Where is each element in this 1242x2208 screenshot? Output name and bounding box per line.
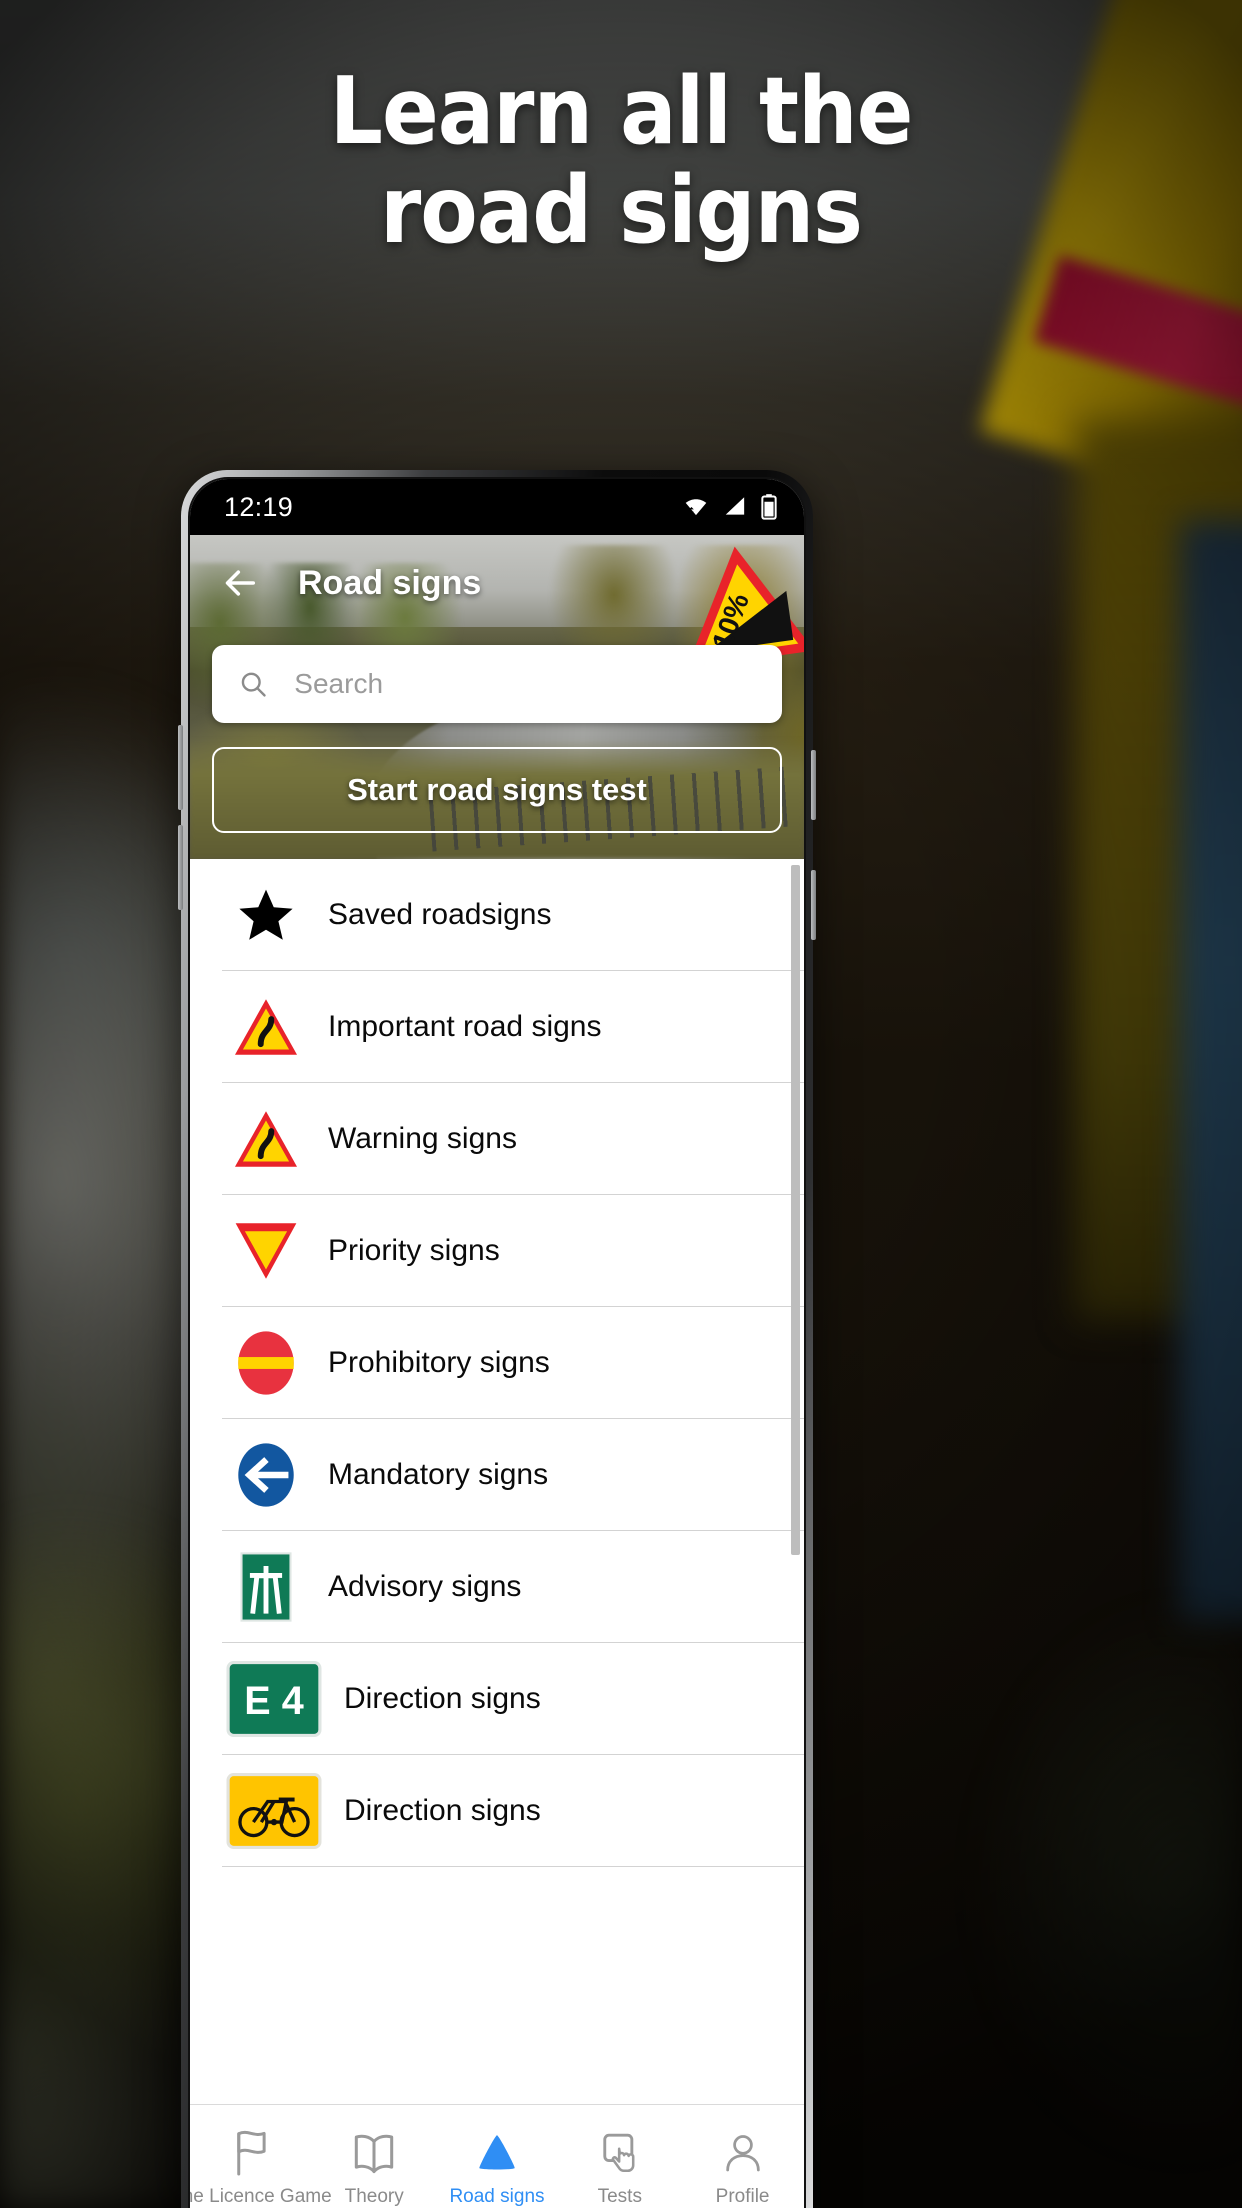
road-sign-category-list[interactable]: Saved roadsigns Important road signs War…	[190, 859, 804, 1868]
nav-item-licence-game[interactable]: The Licence Game	[190, 2126, 332, 2208]
flag-icon	[230, 2126, 272, 2178]
volume-up-button[interactable]	[178, 725, 183, 810]
list-item-label: Prohibitory signs	[328, 1345, 550, 1379]
search-box[interactable]	[212, 645, 782, 723]
volume-down-button[interactable]	[178, 825, 183, 910]
list-item[interactable]: Direction signs	[222, 1867, 804, 1868]
back-arrow-icon[interactable]	[212, 555, 268, 611]
motorway-green-icon	[222, 1551, 310, 1622]
list-item[interactable]: Mandatory signs	[222, 1419, 804, 1531]
list-item-label: Saved roadsigns	[328, 897, 552, 931]
book-icon	[351, 2126, 397, 2178]
promo-headline: Learn all the road signs	[0, 62, 1242, 259]
warning-triangle-curve-icon	[222, 996, 310, 1058]
search-icon	[241, 672, 266, 697]
start-road-signs-test-button[interactable]: Start road signs test	[212, 747, 782, 833]
yellow-bicycle-sign-icon	[222, 1772, 326, 1849]
tap-hand-icon	[598, 2126, 642, 2178]
warning-triangle-curve-icon	[222, 1108, 310, 1170]
search-input[interactable]	[294, 668, 756, 700]
svg-text:E 4: E 4	[244, 1679, 303, 1723]
list-item[interactable]: Warning signs	[222, 1083, 804, 1195]
headline-line-1: Learn all the	[329, 57, 914, 165]
triangle-sign-icon	[474, 2126, 520, 2178]
nav-label: Road signs	[449, 2185, 545, 2207]
nav-label: Tests	[597, 2185, 642, 2207]
cellular-signal-icon	[725, 497, 745, 515]
list-item[interactable]: Saved roadsigns	[222, 859, 804, 971]
list-item[interactable]: Direction signs	[222, 1755, 804, 1867]
list-item[interactable]: E 4 Direction signs	[222, 1643, 804, 1755]
nav-item-profile[interactable]: Profile	[682, 2126, 804, 2208]
page-title: Road signs	[298, 563, 482, 602]
hero-toolbar: Road signs	[190, 535, 804, 631]
nav-label: The Licence Game	[190, 2185, 332, 2207]
list-item-label: Warning signs	[328, 1121, 517, 1155]
person-icon	[722, 2126, 764, 2178]
nav-item-road-signs[interactable]: Road signs	[436, 2126, 558, 2208]
list-item-label: Advisory signs	[328, 1569, 522, 1603]
blue-arrow-left-circle-icon	[222, 1442, 310, 1508]
list-item[interactable]: Important road signs	[222, 971, 804, 1083]
nav-label: Theory	[344, 2185, 404, 2207]
promo-screenshot: Learn all the road signs 12:19 10% Road …	[0, 0, 1242, 2208]
nav-label: Profile	[715, 2185, 770, 2207]
green-e4-sign-icon: E 4	[222, 1660, 326, 1737]
list-item[interactable]: Prohibitory signs	[222, 1307, 804, 1419]
power-button[interactable]	[811, 750, 816, 820]
no-entry-circle-icon	[222, 1330, 310, 1396]
list-item-label: Direction signs	[344, 1681, 541, 1715]
list-item-label: Direction signs	[344, 1793, 541, 1827]
wifi-icon	[685, 499, 707, 516]
headline-line-2: road signs	[380, 155, 863, 264]
list-item-label: Important road signs	[328, 1009, 602, 1043]
phone-bezel: 12:19 10% Road signs Search Start road s…	[188, 477, 806, 2208]
battery-icon	[761, 494, 777, 520]
phone-mockup: 12:19 10% Road signs Search Start road s…	[178, 470, 816, 2208]
bottom-navigation-bar[interactable]: The Licence Game Theory	[190, 2104, 804, 2208]
list-item[interactable]: Priority signs	[222, 1195, 804, 1307]
status-time: 12:19	[224, 491, 294, 522]
list-scrollbar[interactable]	[791, 865, 800, 1555]
star-icon	[222, 884, 310, 946]
phone-screen: 12:19 10% Road signs Search Start road s…	[190, 479, 804, 2208]
side-button[interactable]	[811, 870, 816, 940]
status-bar: 12:19	[190, 479, 804, 535]
yield-triangle-icon	[222, 1220, 310, 1282]
list-item-label: Priority signs	[328, 1233, 500, 1267]
nav-item-tests[interactable]: Tests	[559, 2126, 681, 2208]
list-item[interactable]: Advisory signs	[222, 1531, 804, 1643]
status-icons	[681, 493, 778, 521]
hero-header: 10% Road signs Search Start road signs t…	[190, 535, 804, 859]
nav-item-theory[interactable]: Theory	[313, 2126, 435, 2208]
list-item-label: Mandatory signs	[328, 1457, 549, 1491]
